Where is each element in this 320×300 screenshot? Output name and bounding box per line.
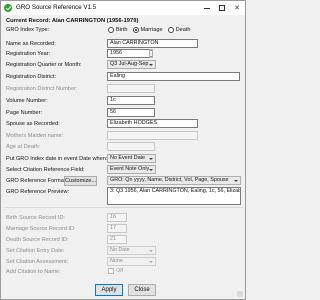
chevron-down-icon [149,250,153,252]
gro-index-type-radio-group: Birth Marriage Death [108,27,196,33]
citation-reference-field-select[interactable]: Event Note Only [107,165,156,174]
customize-button[interactable]: Customize... [64,176,97,186]
resize-grip-icon[interactable] [237,291,243,297]
name-as-recorded-input[interactable]: Alan CARRINGTON [107,39,198,48]
radio-marriage[interactable]: Marriage [132,27,163,33]
set-citation-entry-date-select[interactable]: No Date [107,246,156,255]
gro-reference-format-label: GRO Reference Format: [6,178,67,184]
gro-source-reference-window: GRO Source Reference V1.5 ✕ Current Reco… [0,0,246,300]
title-bar: GRO Source Reference V1.5 ✕ [1,1,245,15]
close-button[interactable]: Close [128,284,156,296]
registration-quarter-select[interactable]: Q3 Jul-Aug-Sep [107,60,156,69]
volume-number-label: Volume Number: [6,98,48,104]
citation-reference-field-label: Select Citation Reference Field: [6,167,85,173]
death-source-record-id-label: Death Source Record ID: [6,237,69,243]
spouse-as-recorded-label: Spouse as Recorded: [6,121,60,127]
radio-death-circle[interactable] [167,27,174,33]
close-icon[interactable]: ✕ [231,2,243,14]
radio-marriage-circle[interactable] [132,27,139,33]
section-divider [5,207,243,208]
mothers-maiden-name-input[interactable] [107,131,198,140]
set-citation-assessment-label: Set Citation Assessment: [6,259,69,265]
put-gro-index-date-select[interactable]: No Event Date [107,154,156,163]
radio-birth[interactable]: Birth [108,27,128,33]
chevron-down-icon [149,261,153,263]
spouse-as-recorded-input[interactable]: Elizabeth HODGES [107,119,198,128]
chevron-down-icon [149,158,153,160]
birth-source-record-id-label: Birth Source Record ID: [6,215,66,221]
registration-district-label: Registration District: [6,74,57,80]
gro-reference-format-select[interactable]: GRO: Qn yyyy, Name, District, Vol, Page,… [107,176,241,185]
marriage-source-record-id-label: Marriage Source Record ID: [6,226,76,232]
gro-index-type-label: GRO Index Type: [6,27,50,33]
radio-birth-circle[interactable] [108,27,114,33]
marriage-source-record-id-input[interactable]: 17 [107,224,127,233]
death-source-record-id-input[interactable]: 21 [107,235,127,244]
chevron-down-icon [149,64,153,66]
green-check-icon [4,4,12,12]
name-as-recorded-label: Name as Recorded: [6,41,56,47]
gro-reference-preview-label: GRO Reference Preview: [6,189,70,195]
chevron-down-icon [149,169,153,171]
registration-district-input[interactable]: Ealing [107,72,240,81]
add-citation-to-name-checkbox[interactable] [108,268,114,274]
set-citation-entry-date-label: Set Citation Entry Date: [6,248,65,254]
age-at-death-label: Age at Death: [6,144,41,150]
gro-reference-preview-box[interactable]: 3: Q3 1956, Alan CARRINGTON, Ealing, 1c,… [107,187,241,205]
age-at-death-input[interactable] [107,142,155,151]
mothers-maiden-name-label: Mothers Maiden name: [6,133,64,139]
set-citation-assessment-select[interactable]: None [107,257,156,266]
registration-district-number-label: Registration District Number: [6,86,78,92]
maximize-icon[interactable] [216,2,228,14]
page-number-label: Page Number: [6,110,43,116]
registration-year-spinner[interactable] [149,49,153,58]
birth-source-record-id-input[interactable]: 16 [107,213,127,222]
page-number-input[interactable]: 56 [107,108,155,117]
apply-button[interactable]: Apply [95,284,123,296]
current-record-label: Current Record: Alan CARRINGTON (1956-19… [6,18,139,24]
add-citation-to-name-label: Add Citation to Name: [6,269,61,275]
chevron-down-icon [234,180,238,182]
volume-number-input[interactable]: 1c [107,96,155,105]
add-citation-to-name-toggle[interactable]: Off [108,268,123,274]
window-title: GRO Source Reference V1.5 [16,4,97,11]
put-gro-index-date-label: Put GRO Index date in event Date when: [6,156,108,162]
registration-year-input[interactable]: 1956 [107,49,150,58]
registration-quarter-label: Registration Quarter or Month: [6,62,82,68]
registration-year-label: Registration Year: [6,51,51,57]
registration-district-number-input[interactable] [107,84,155,93]
radio-death[interactable]: Death [167,27,191,33]
minimize-icon[interactable] [201,2,213,14]
